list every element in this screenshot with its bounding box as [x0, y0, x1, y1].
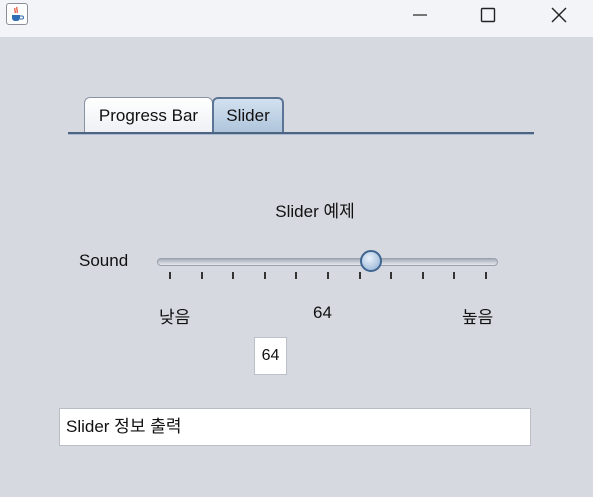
slider-title: Slider 예제 — [275, 202, 355, 221]
slider-tick — [295, 272, 298, 279]
slider-tick — [327, 272, 329, 279]
slider-tick — [358, 272, 361, 279]
slider-tick — [390, 272, 393, 279]
content-pane: Progress Bar Slider Slider 예제 Sound 낮음 6… — [0, 37, 593, 497]
slider-label-low: 낮음 — [159, 308, 191, 327]
slider-tick — [485, 272, 487, 279]
tab-progress-bar[interactable]: Progress Bar — [84, 97, 213, 133]
maximize-button[interactable] — [465, 0, 511, 30]
minimize-button[interactable] — [397, 0, 443, 30]
slider-tick — [169, 272, 171, 279]
sound-label: Sound — [79, 251, 129, 270]
tab-slider[interactable]: Slider — [212, 97, 284, 133]
info-output-field[interactable]: Slider 정보 출력 — [59, 408, 531, 446]
slider-label-high: 높음 — [462, 308, 494, 327]
slider-thumb[interactable] — [360, 250, 383, 272]
slider-track[interactable] — [157, 258, 498, 266]
title-bar — [0, 0, 593, 37]
tab-strip-border — [68, 132, 534, 135]
slider-tick — [263, 272, 266, 279]
close-button[interactable] — [536, 0, 582, 30]
slider-value-box: 64 — [254, 337, 287, 375]
java-cup-icon — [6, 3, 28, 25]
maximize-icon — [480, 7, 496, 23]
slider-label-mid: 64 — [313, 303, 332, 322]
slider-tick — [453, 272, 456, 279]
minimize-icon — [413, 14, 427, 16]
slider-tick — [200, 272, 203, 279]
slider-tick — [421, 272, 424, 279]
close-icon — [551, 7, 567, 23]
slider-tick — [232, 272, 235, 279]
